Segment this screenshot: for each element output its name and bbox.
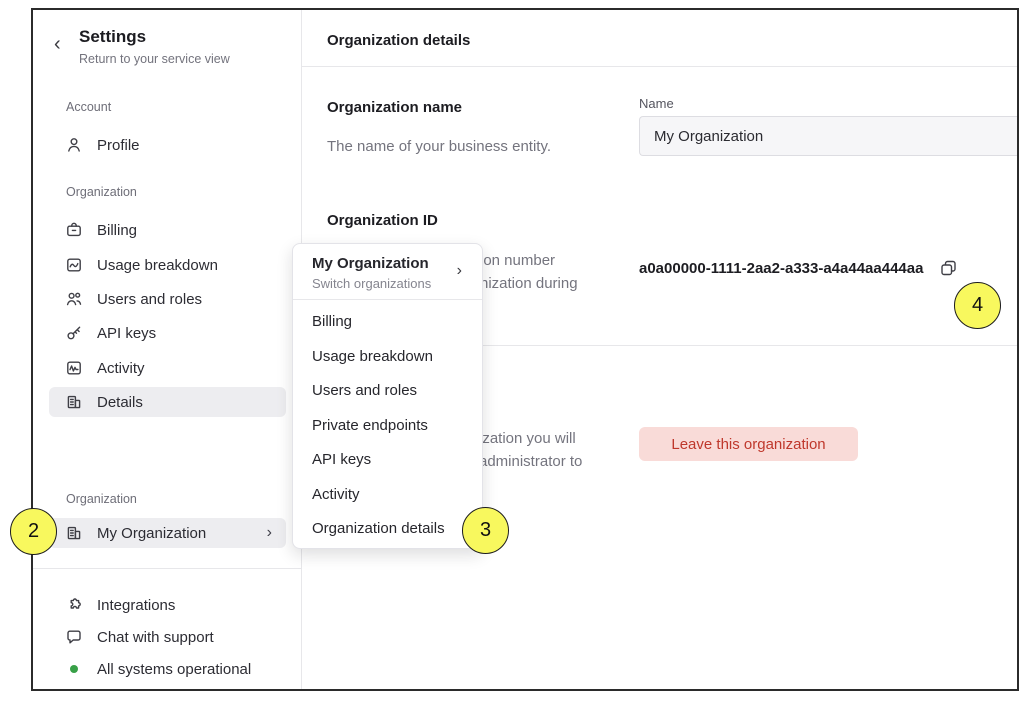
annotation-callout-2: 2 [10, 508, 57, 555]
sidebar-item-label: API keys [97, 325, 156, 342]
name-field-label: Name [639, 96, 674, 111]
copy-icon [938, 258, 959, 279]
sidebar-item-label: Profile [97, 137, 140, 154]
sidebar-item-activity[interactable]: Activity [49, 353, 286, 383]
sidebar-item-api-keys[interactable]: API keys [49, 318, 286, 348]
sidebar-item-label: Details [97, 394, 143, 411]
sidebar-item-integrations[interactable]: Integrations [49, 590, 286, 620]
status-label: All systems operational [97, 661, 251, 678]
sidebar-item-chat-support[interactable]: Chat with support [49, 622, 286, 652]
org-id-row: a0a00000-1111-2aa2-a333-a4a44aa444aa [639, 256, 960, 280]
app-window: ‹ Settings Return to your service view A… [31, 8, 1019, 691]
dropdown-item-billing[interactable]: Billing [293, 305, 482, 340]
sidebar-item-usage-breakdown[interactable]: Usage breakdown [49, 250, 286, 280]
sidebar-item-label: Integrations [97, 597, 175, 614]
org-name-description: The name of your business entity. [327, 138, 551, 155]
organization-switcher-dropdown: My Organization Switch organizations › B… [292, 243, 483, 549]
sidebar-item-label: My Organization [97, 525, 206, 542]
leave-organization-button[interactable]: Leave this organization [639, 427, 858, 461]
building-icon [65, 393, 83, 411]
org-id-value: a0a00000-1111-2aa2-a333-a4a44aa444aa [639, 260, 923, 277]
sidebar-item-label: Activity [97, 360, 145, 377]
sidebar-item-label: Usage breakdown [97, 257, 218, 274]
org-name-heading: Organization name [327, 99, 462, 116]
building-icon [65, 524, 83, 542]
organization-section-label: Organization [66, 185, 137, 199]
sidebar-item-label: Users and roles [97, 291, 202, 308]
org-id-heading: Organization ID [327, 212, 438, 229]
dropdown-item-private-endpoints[interactable]: Private endpoints [293, 409, 482, 444]
sidebar-item-system-status[interactable]: All systems operational [49, 654, 286, 684]
back-chevron-icon[interactable]: ‹ [54, 34, 61, 54]
organization-section-label-2: Organization [66, 492, 137, 506]
sidebar-item-label: Billing [97, 222, 137, 239]
dropdown-item-api-keys[interactable]: API keys [293, 443, 482, 478]
key-icon [65, 324, 83, 342]
page-title: Organization details [327, 32, 470, 49]
sidebar-subtitle: Return to your service view [79, 52, 230, 66]
org-name-input[interactable] [639, 116, 1017, 156]
usage-icon [65, 256, 83, 274]
settings-sidebar: ‹ Settings Return to your service view A… [33, 10, 302, 689]
header-divider [302, 66, 1017, 67]
leave-description-fragment: administrator to [479, 453, 582, 470]
annotation-callout-4: 4 [954, 282, 1001, 329]
copy-button[interactable] [936, 256, 960, 280]
sidebar-item-profile[interactable]: Profile [49, 130, 286, 160]
chevron-right-icon: › [267, 524, 272, 542]
annotation-callout-3: 3 [462, 507, 509, 554]
chevron-right-icon: › [457, 262, 462, 280]
sidebar-divider [33, 568, 301, 569]
sidebar-item-my-organization[interactable]: My Organization › [49, 518, 286, 548]
dropdown-item-organization-details[interactable]: Organization details [293, 512, 482, 547]
sidebar-item-users-and-roles[interactable]: Users and roles [49, 284, 286, 314]
billing-icon [65, 221, 83, 239]
dropdown-item-usage-breakdown[interactable]: Usage breakdown [293, 340, 482, 375]
leave-description-fragment: ization you will [479, 430, 576, 447]
dropdown-header-my-organization[interactable]: My Organization Switch organizations › [293, 244, 482, 299]
dropdown-item-list: Billing Usage breakdown Users and roles … [293, 300, 482, 547]
dropdown-org-subtitle: Switch organizations [312, 276, 431, 291]
chat-bubble-icon [65, 628, 83, 646]
org-id-description-fragment: ion number [480, 252, 555, 269]
sidebar-item-details[interactable]: Details [49, 387, 286, 417]
activity-icon [65, 359, 83, 377]
sidebar-title: Settings [79, 27, 146, 47]
org-id-description-fragment: nization during [480, 275, 578, 292]
status-dot [70, 665, 78, 673]
dropdown-item-activity[interactable]: Activity [293, 478, 482, 513]
puzzle-icon [65, 596, 83, 614]
dropdown-org-name: My Organization [312, 255, 429, 272]
sidebar-item-label: Chat with support [97, 629, 214, 646]
users-icon [65, 290, 83, 308]
dropdown-item-users-and-roles[interactable]: Users and roles [293, 374, 482, 409]
sidebar-item-billing[interactable]: Billing [49, 215, 286, 245]
account-section-label: Account [66, 100, 111, 114]
user-icon [65, 136, 83, 154]
